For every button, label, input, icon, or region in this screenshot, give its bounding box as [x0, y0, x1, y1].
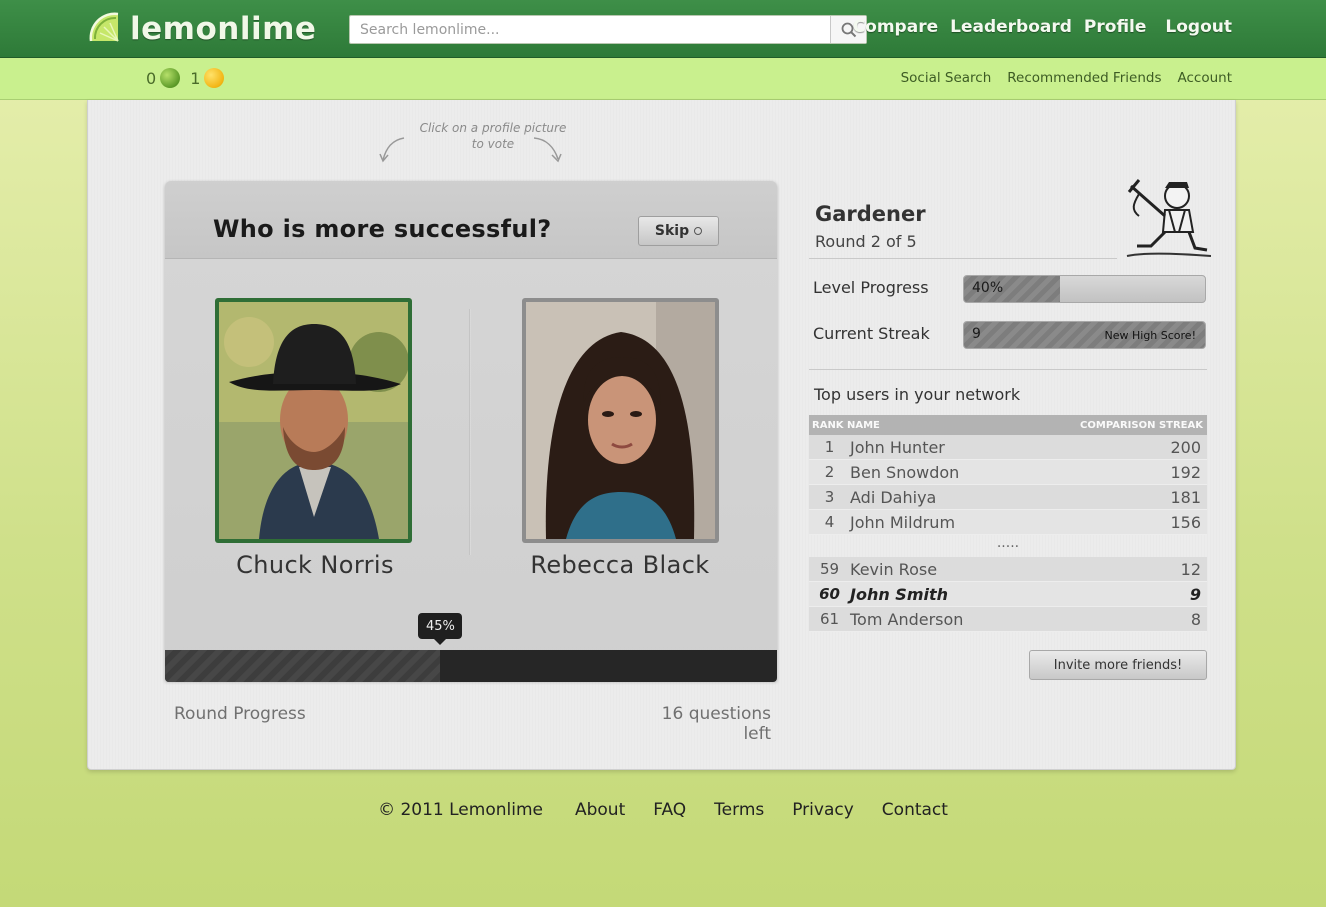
table-row[interactable]: 4 John Mildrum 156: [809, 510, 1207, 535]
round-progress-label: Round Progress: [174, 704, 306, 724]
column-rank: RANK: [812, 419, 844, 431]
row-name: Ben Snowdon: [850, 462, 960, 482]
round-progress-bar: [165, 650, 777, 682]
round-counter: Round 2 of 5: [815, 232, 917, 251]
row-name: Adi Dahiya: [850, 487, 937, 507]
row-name: John Smith: [850, 584, 949, 604]
main-nav: Compare Leaderboard Profile Logout: [853, 17, 1232, 37]
girl-portrait-image: [526, 302, 715, 539]
table-row-current-user[interactable]: 60 John Smith 9: [809, 582, 1207, 607]
row-rank: 60: [819, 585, 840, 603]
level-progress-bar: 40%: [963, 275, 1206, 303]
current-streak-label: Current Streak: [813, 324, 930, 343]
vs-divider: [469, 309, 471, 555]
brand-logo[interactable]: lemonlime: [88, 10, 316, 48]
row-rank: 1: [824, 438, 835, 456]
lime-icon: [160, 68, 181, 88]
table-row[interactable]: 1 John Hunter 200: [809, 435, 1207, 460]
row-rank: 2: [824, 463, 835, 481]
row-streak: 12: [1180, 559, 1201, 579]
table-row[interactable]: 61 Tom Anderson 8: [809, 607, 1207, 632]
rank-title: Gardener: [815, 202, 926, 226]
column-name: NAME: [847, 419, 880, 431]
link-social-search[interactable]: Social Search: [901, 70, 992, 86]
nav-profile[interactable]: Profile: [1084, 17, 1146, 37]
column-streak: COMPARISON STREAK: [1080, 419, 1203, 431]
table-row[interactable]: 2 Ben Snowdon 192: [809, 460, 1207, 485]
level-progress-label: Level Progress: [813, 278, 929, 297]
round-progress-fill: [165, 650, 441, 682]
table-row[interactable]: 3 Adi Dahiya 181: [809, 485, 1207, 510]
search-input[interactable]: [350, 16, 830, 43]
section-divider: [809, 369, 1207, 370]
row-streak: 192: [1170, 462, 1201, 482]
footer-link-faq[interactable]: FAQ: [653, 800, 686, 820]
row-streak: 8: [1190, 609, 1201, 629]
level-progress-value: 40%: [972, 280, 1004, 296]
row-name: John Mildrum: [850, 512, 956, 532]
rows-gap-ellipsis: .....: [996, 535, 1020, 551]
footer-link-about[interactable]: About: [575, 800, 625, 820]
row-name: Kevin Rose: [850, 559, 938, 579]
row-streak: 200: [1170, 437, 1201, 457]
current-streak-value: 9: [972, 326, 981, 342]
fruit-score: 0 1: [146, 68, 225, 88]
profile-photo-right[interactable]: [522, 298, 719, 543]
link-recommended-friends[interactable]: Recommended Friends: [1007, 70, 1161, 86]
secondary-bar: 0 1 Social Search Recommended Friends Ac…: [0, 58, 1326, 100]
skip-button[interactable]: Skip: [638, 216, 719, 246]
person-name-left[interactable]: Chuck Norris: [185, 551, 445, 579]
nav-compare[interactable]: Compare: [853, 17, 938, 37]
cowboy-portrait-image: [219, 302, 408, 539]
secondary-nav: Social Search Recommended Friends Accoun…: [901, 70, 1232, 86]
current-streak-bar: 9 New High Score!: [963, 321, 1206, 349]
lemon-count: 1: [190, 68, 201, 88]
lime-slice-icon: [89, 12, 119, 42]
link-account[interactable]: Account: [1177, 70, 1232, 86]
footer-link-contact[interactable]: Contact: [882, 800, 948, 820]
footer-link-privacy[interactable]: Privacy: [792, 800, 854, 820]
leaderboard-table: RANK NAME COMPARISON STREAK 1 John Hunte…: [809, 415, 1207, 632]
near-rows: 59 Kevin Rose 12 60 John Smith 9 61 Tom …: [809, 557, 1207, 632]
questions-left: 16 questions left: [661, 704, 771, 744]
row-rank: 61: [819, 610, 840, 628]
row-streak: 156: [1170, 512, 1201, 532]
nav-leaderboard[interactable]: Leaderboard: [950, 17, 1072, 37]
question-title: Who is more successful?: [213, 215, 552, 243]
question-header: Who is more successful? Skip: [165, 181, 777, 259]
row-rank: 4: [824, 513, 835, 531]
row-streak: 9: [1189, 584, 1201, 604]
profile-photo-left[interactable]: [215, 298, 412, 543]
footer-link-terms[interactable]: Terms: [714, 800, 764, 820]
copyright: © 2011 Lemonlime: [378, 800, 543, 820]
leaderboard-header: RANK NAME COMPARISON STREAK: [809, 415, 1207, 435]
lime-count: 0: [146, 68, 157, 88]
rank-divider: [809, 258, 1117, 259]
top-navigation-bar: lemonlime Compare Leaderboard Profile Lo…: [0, 0, 1326, 58]
round-progress-tooltip: 45%: [418, 613, 463, 645]
invite-friends-button[interactable]: Invite more friends!: [1029, 650, 1207, 680]
brand-name: lemonlime: [130, 11, 317, 47]
row-name: Tom Anderson: [850, 609, 964, 629]
gardener-mascot-icon: [1126, 179, 1211, 257]
row-rank: 59: [819, 560, 840, 578]
curved-arrow-right-icon: [533, 137, 562, 163]
lemon-icon: [204, 68, 225, 88]
table-row[interactable]: 59 Kevin Rose 12: [809, 557, 1207, 582]
top-rows: 1 John Hunter 200 2 Ben Snowdon 192 3 Ad…: [809, 435, 1207, 535]
row-rank: 3: [824, 488, 835, 506]
leaderboard-title: Top users in your network: [814, 385, 1021, 404]
nav-logout[interactable]: Logout: [1165, 17, 1232, 37]
row-streak: 181: [1170, 487, 1201, 507]
high-score-badge: New High Score!: [1104, 329, 1197, 342]
search-box: [349, 15, 867, 44]
main-panel: Click on a profile picture to vote Who i…: [87, 100, 1236, 770]
curved-arrow-left-icon: [379, 137, 405, 163]
skip-label: Skip: [654, 223, 690, 239]
question-card: Who is more successful? Skip Chuck Norri…: [165, 181, 777, 681]
row-name: John Hunter: [850, 437, 945, 457]
person-name-right[interactable]: Rebecca Black: [490, 551, 750, 579]
skip-circle-icon: [694, 227, 703, 235]
footer: © 2011 Lemonlime About FAQ Terms Privacy…: [0, 800, 1326, 820]
